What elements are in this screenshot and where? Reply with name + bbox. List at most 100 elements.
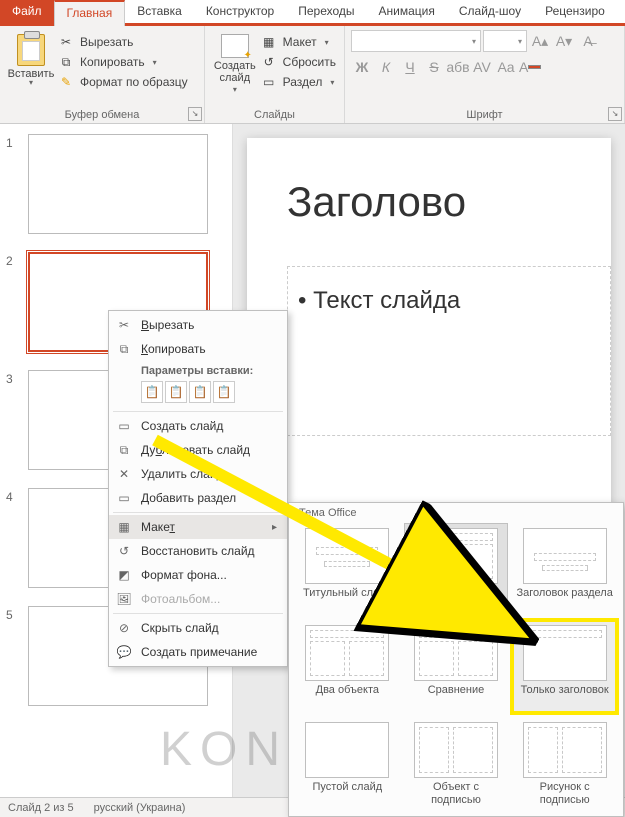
layout-title-only[interactable]: Только заголовок	[512, 620, 617, 713]
ctx-new-comment[interactable]: 💬Создать примечание	[109, 640, 287, 664]
gallery-header: Тема Office	[289, 503, 623, 523]
reset-icon: ↺	[261, 54, 277, 70]
tab-insert[interactable]: Вставка	[125, 0, 194, 23]
layout-icon: ▦	[115, 518, 133, 536]
new-slide-label: Создать слайд	[211, 60, 259, 84]
chevron-down-icon: ▾	[472, 37, 476, 46]
group-slides-label: Слайды	[205, 109, 344, 121]
clear-formatting-button[interactable]: A̶	[577, 30, 599, 52]
chevron-down-icon: ▾	[233, 86, 237, 95]
layout-label: Рисунок с подписью	[515, 781, 614, 807]
layout-thumb	[305, 722, 389, 778]
copy-icon: ⧉	[115, 340, 133, 358]
paste-picture[interactable]	[189, 381, 211, 403]
layout-picture-caption[interactable]: Рисунок с подписью	[512, 717, 617, 810]
layout-thumb	[414, 625, 498, 681]
shrink-font-button[interactable]: A▾	[553, 30, 575, 52]
tab-review[interactable]: Рецензиро	[533, 0, 617, 23]
layout-title-slide[interactable]: Титульный слайд	[295, 523, 400, 616]
separator	[113, 613, 283, 614]
group-font-label: Шрифт	[345, 109, 624, 121]
ctx-copy[interactable]: ⧉Копировать	[109, 337, 287, 361]
reset-button[interactable]: ↺ Сбросить	[261, 54, 336, 70]
bold-button[interactable]: Ж	[351, 56, 373, 78]
font-dialog-launcher[interactable]: ↘	[608, 107, 622, 121]
ctx-hide-slide[interactable]: ⊘Скрыть слайд	[109, 616, 287, 640]
tab-transitions[interactable]: Переходы	[286, 0, 366, 23]
tab-animations[interactable]: Анимация	[367, 0, 447, 23]
thumb-number: 5	[6, 606, 28, 622]
format-bg-icon: ◩	[115, 566, 133, 584]
layout-label: Два объекта	[316, 684, 379, 710]
strikethrough-button[interactable]: S	[423, 56, 445, 78]
layout-title-content[interactable]: Заголовок и объект	[404, 523, 509, 616]
scissors-icon: ✂	[58, 34, 74, 50]
current-slide[interactable]: Заголово • Текст слайда	[247, 138, 611, 558]
char-spacing-button[interactable]: AV	[471, 56, 493, 78]
new-slide-icon: ▭	[115, 417, 133, 435]
ctx-format-background[interactable]: ◩Формат фона...	[109, 563, 287, 587]
layout-comparison[interactable]: Сравнение	[404, 620, 509, 713]
layout-two-content[interactable]: Два объекта	[295, 620, 400, 713]
font-family-combo[interactable]: ▾	[351, 30, 481, 52]
ribbon: Вставить ▾ ✂ Вырезать ⧉ Копировать ▾ ✎ Ф…	[0, 26, 625, 124]
grow-font-button[interactable]: A▴	[529, 30, 551, 52]
layout-label: Макет	[283, 35, 317, 49]
new-slide-button[interactable]: Создать слайд ▾	[211, 30, 259, 95]
cut-button[interactable]: ✂ Вырезать	[58, 34, 188, 50]
ctx-reset-slide[interactable]: ↺Восстановить слайд	[109, 539, 287, 563]
layout-button[interactable]: ▦ Макет ▾	[261, 34, 336, 50]
layout-label: Заголовок и объект	[407, 587, 506, 613]
paste-keep-text-only[interactable]	[213, 381, 235, 403]
ctx-paste-options	[109, 379, 287, 409]
italic-button[interactable]: К	[375, 56, 397, 78]
thumb-number: 4	[6, 488, 28, 504]
tab-design[interactable]: Конструктор	[194, 0, 286, 23]
slide-body-placeholder[interactable]: • Текст слайда	[287, 266, 611, 436]
ctx-new-slide[interactable]: ▭Создать слайд	[109, 414, 287, 438]
text-shadow-button[interactable]: абв	[447, 56, 469, 78]
tab-home[interactable]: Главная	[54, 0, 126, 26]
change-case-button[interactable]: Aa	[495, 56, 517, 78]
section-button[interactable]: ▭ Раздел ▾	[261, 74, 336, 90]
ctx-add-section[interactable]: ▭Добавить раздел	[109, 486, 287, 510]
section-icon: ▭	[261, 74, 277, 90]
slide-thumbnail-1[interactable]	[28, 134, 208, 234]
duplicate-icon: ⧉	[115, 441, 133, 459]
chevron-down-icon: ▾	[325, 38, 329, 47]
layout-thumb	[414, 722, 498, 778]
scissors-icon: ✂	[115, 316, 133, 334]
brush-icon: ✎	[58, 74, 74, 90]
font-color-button[interactable]: A	[519, 56, 541, 78]
photo-icon: 🖼	[115, 590, 133, 608]
paste-use-destination-theme[interactable]	[141, 381, 163, 403]
layout-section-header[interactable]: Заголовок раздела	[512, 523, 617, 616]
cut-label: Вырезать	[80, 35, 133, 49]
group-clipboard-label: Буфер обмена	[0, 109, 204, 121]
ctx-duplicate-slide[interactable]: ⧉Дублировать слайд	[109, 438, 287, 462]
slide-title[interactable]: Заголово	[287, 178, 611, 226]
layout-thumb	[523, 722, 607, 778]
slide-body-text: • Текст слайда	[298, 287, 600, 315]
ctx-cut[interactable]: ✂Вырезать	[109, 313, 287, 337]
layout-blank[interactable]: Пустой слайд	[295, 717, 400, 810]
ctx-delete-slide[interactable]: ✕Удалить слайд	[109, 462, 287, 486]
layout-thumb	[523, 528, 607, 584]
copy-button[interactable]: ⧉ Копировать ▾	[58, 54, 188, 70]
layout-thumb	[414, 528, 498, 584]
underline-button[interactable]: Ч	[399, 56, 421, 78]
paste-keep-source-formatting[interactable]	[165, 381, 187, 403]
status-language[interactable]: русский (Украина)	[94, 802, 186, 814]
layout-thumb	[305, 625, 389, 681]
ctx-layout[interactable]: ▦Макет▸	[109, 515, 287, 539]
font-size-combo[interactable]: ▾	[483, 30, 527, 52]
clipboard-dialog-launcher[interactable]: ↘	[188, 107, 202, 121]
layout-content-caption[interactable]: Объект с подписью	[404, 717, 509, 810]
submenu-arrow-icon: ▸	[272, 522, 277, 533]
paste-button[interactable]: Вставить ▾	[6, 30, 56, 94]
format-painter-button[interactable]: ✎ Формат по образцу	[58, 74, 188, 90]
separator	[113, 411, 283, 412]
tab-slideshow[interactable]: Слайд-шоу	[447, 0, 533, 23]
tab-file[interactable]: Файл	[0, 0, 54, 23]
delete-icon: ✕	[115, 465, 133, 483]
